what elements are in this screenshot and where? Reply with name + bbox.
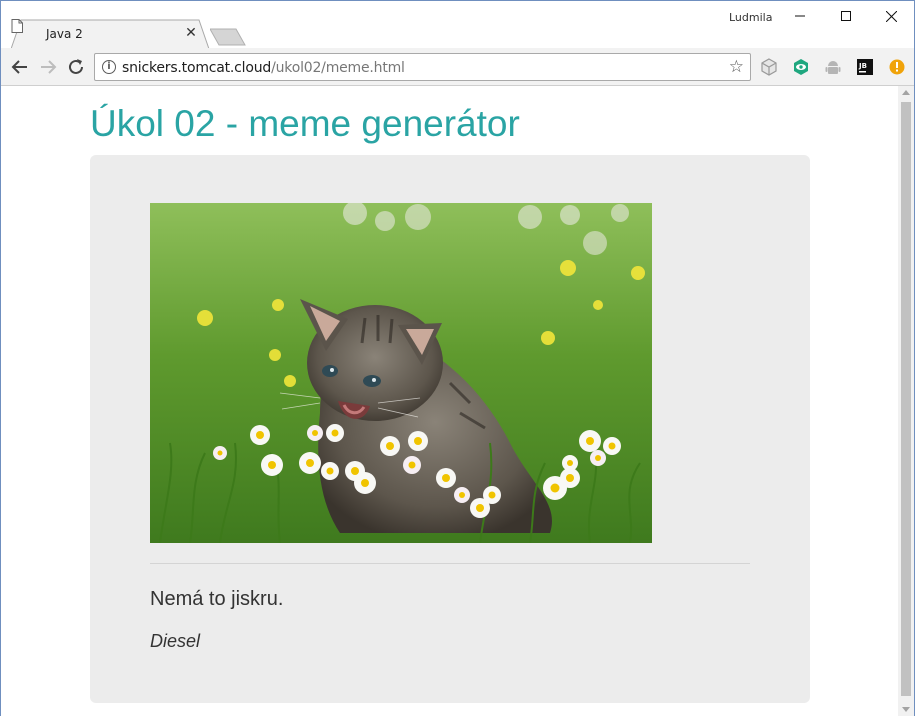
window-close-icon [885, 10, 897, 23]
browser-toolbar: i snickers.tomcat.cloud/ukol02/meme.html… [1, 48, 914, 86]
scroll-down-arrow-icon[interactable] [902, 707, 910, 712]
scroll-up-arrow-icon[interactable] [902, 90, 910, 95]
kitten-photo [150, 203, 652, 543]
browser-window: Java 2 ✕ Ludmila i snickers.tomcat.cloud… [0, 0, 915, 716]
minimize-button[interactable] [777, 1, 823, 31]
meme-card: Nemá to jiskru. Diesel [90, 155, 810, 703]
jetbrains-extension-icon[interactable]: JB [856, 58, 874, 76]
forward-arrow-icon[interactable] [38, 57, 58, 77]
new-tab-button[interactable] [210, 28, 246, 46]
meme-image [150, 203, 652, 543]
document-icon [11, 19, 23, 33]
url-host: snickers.tomcat.cloud [122, 60, 272, 76]
android-extension-icon[interactable] [824, 58, 842, 76]
profile-name[interactable]: Ludmila [729, 11, 772, 24]
cube-extension-icon[interactable] [760, 58, 778, 76]
tab-title: Java 2 [46, 27, 83, 41]
info-icon[interactable]: i [102, 60, 116, 74]
address-bar[interactable]: i snickers.tomcat.cloud/ukol02/meme.html… [94, 53, 751, 81]
minimize-icon [795, 15, 805, 17]
title-bar: Java 2 ✕ Ludmila [1, 1, 914, 49]
url-path: /ukol02/meme.html [271, 60, 405, 76]
tab-java2[interactable]: Java 2 ✕ [11, 19, 211, 49]
close-icon[interactable]: ✕ [184, 25, 198, 39]
divider [150, 563, 750, 564]
window-close-button[interactable] [868, 1, 914, 31]
tab-shape [11, 19, 210, 49]
reload-icon[interactable] [66, 57, 86, 77]
page-title: Úkol 02 - meme generátor [90, 103, 520, 144]
meme-caption: Nemá to jiskru. [150, 588, 284, 610]
warning-extension-icon[interactable] [888, 58, 906, 76]
meme-author: Diesel [150, 631, 201, 651]
jb-label: JB [858, 62, 867, 70]
maximize-icon [841, 11, 851, 21]
url-text[interactable]: snickers.tomcat.cloud/ukol02/meme.html [122, 60, 405, 76]
maximize-button[interactable] [823, 1, 869, 31]
vertical-scrollbar[interactable] [898, 86, 914, 716]
star-icon[interactable]: ☆ [729, 57, 744, 77]
eye-extension-icon[interactable] [792, 58, 810, 76]
page-viewport: Úkol 02 - meme generátor Nemá to jiskru.… [1, 86, 898, 716]
back-arrow-icon[interactable] [10, 57, 30, 77]
scroll-thumb[interactable] [901, 102, 911, 696]
